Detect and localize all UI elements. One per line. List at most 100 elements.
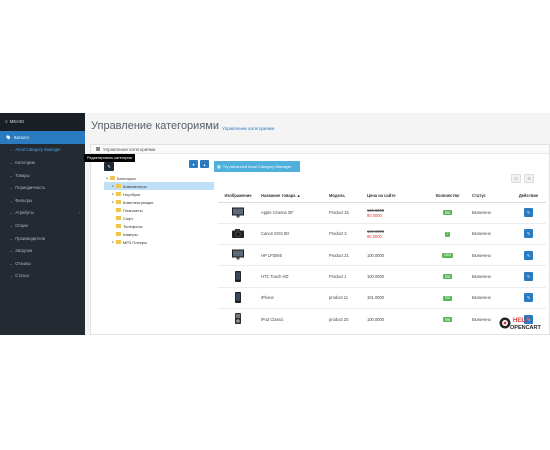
sidebar-item-4[interactable]: – Товары — [0, 169, 85, 182]
admin-screen: ≡ МЕНЮ Панель состояния›Каталог›–Arcal C… — [0, 113, 550, 335]
try-advanced-button[interactable]: ▦ Try Advanced Arcal Category Manager — [214, 161, 300, 172]
tree-node[interactable]: Софт — [104, 214, 214, 222]
sidebar-header: ≡ МЕНЮ — [0, 113, 85, 131]
sidebar-item-label: Отзывы — [15, 260, 31, 266]
table-row: iPhone product 11 101.0000 970 Включено ✎ — [218, 286, 546, 309]
sidebar-item-12[interactable]: – Статьи — [0, 270, 85, 283]
sidebar-item-8[interactable]: – Опции — [0, 219, 85, 232]
bullet-icon: – — [10, 235, 13, 241]
bullet-icon: – — [10, 147, 13, 153]
tree-node-label: Компьютеры — [123, 183, 147, 189]
collapse-all-button[interactable]: ▴ — [200, 160, 209, 168]
price: 100.0000 — [367, 252, 385, 258]
sidebar-item-5[interactable]: – Периодичность — [0, 181, 85, 194]
sidebar-item-label: Периодичность — [15, 185, 46, 191]
column-header[interactable]: Цена на сайте — [364, 190, 426, 203]
edit-product-button[interactable]: ✎ — [524, 250, 533, 260]
sidebar-item-label: Каталог — [14, 134, 30, 140]
column-header: Количество — [426, 190, 469, 203]
view-grid-button[interactable]: ☰ — [524, 174, 534, 183]
folder-icon — [116, 224, 121, 228]
bullet-icon: – — [10, 172, 13, 178]
panel-heading: Управление категориями — [91, 145, 549, 154]
sidebar-item-label: Загрузки — [15, 248, 33, 254]
product-price-cell: 100.0000 80.0000 — [364, 222, 426, 245]
sidebar-item-label: Категории — [15, 159, 35, 165]
table-row: iPod Classic product 20 100.0000 995 Включен… — [218, 307, 546, 330]
chevron-down-icon: ▾ — [192, 161, 195, 167]
bullet-icon: – — [10, 273, 13, 279]
product-status: Включено — [469, 265, 511, 288]
column-header: Изображение — [218, 190, 258, 203]
folder-icon — [110, 176, 115, 180]
product-thumbnail — [230, 207, 246, 219]
menu-icon[interactable]: ≡ — [5, 119, 8, 124]
product-status: Включено — [469, 222, 511, 245]
sidebar-item-11[interactable]: – Отзывы — [0, 257, 85, 270]
folder-icon — [116, 232, 121, 236]
product-model: Product 21 — [326, 244, 364, 266]
edit-product-button[interactable]: ✎ — [524, 229, 533, 239]
column-header: Действие — [511, 190, 546, 203]
main-content: Управление категориями ⌂ Управление кате… — [85, 113, 550, 335]
quantity-cell: 1000 — [426, 244, 469, 266]
bullet-icon: – — [10, 260, 13, 266]
folder-icon — [116, 200, 121, 204]
expand-all-button[interactable]: ▾ — [189, 160, 198, 168]
quantity-cell: 990 — [426, 201, 469, 224]
sidebar-item-9[interactable]: – Производители — [0, 232, 85, 245]
sidebar-item-label: Фильтры — [15, 197, 33, 203]
home-icon[interactable]: ⌂ — [215, 125, 218, 131]
column-header[interactable]: Модель — [326, 190, 364, 203]
folder-icon — [116, 216, 121, 220]
product-price-cell: 100.0000 — [364, 265, 426, 288]
tree-node[interactable]: ▸ MP3 Плееры — [104, 238, 214, 246]
product-price-cell: 100.0000 90.0000 — [364, 201, 426, 224]
edit-product-button[interactable]: ✎ — [524, 293, 533, 303]
product-thumbnail — [230, 313, 246, 325]
price: 100.0000 — [367, 274, 385, 280]
chevron-right-icon: › — [78, 134, 80, 140]
tree-root[interactable]: ▴ Категории — [104, 174, 214, 182]
tree-node[interactable]: ▸ Ноутбуки — [104, 190, 214, 198]
product-image-cell — [218, 307, 258, 330]
table-body: Apple Cinema 30" Product 15 100.0000 90.000… — [218, 201, 546, 330]
product-model: Product 15 — [326, 201, 364, 224]
grid-view-icon: ☰ — [527, 176, 531, 181]
sidebar-item-label: Опции — [15, 222, 28, 228]
edit-product-button[interactable]: ✎ — [524, 208, 533, 218]
tree-node[interactable]: ▸ Комплектующие — [104, 198, 214, 206]
pencil-icon: ✎ — [107, 164, 111, 169]
tree-node[interactable]: ▸ Компьютеры — [104, 182, 214, 190]
try-advanced-label: Try Advanced Arcal Category Manager — [222, 164, 292, 169]
sidebar-item-3[interactable]: – Категории — [0, 156, 85, 169]
pencil-icon: ✎ — [526, 231, 531, 237]
tree-node[interactable]: Телефоны — [104, 222, 214, 230]
sidebar-item-10[interactable]: – Загрузки — [0, 244, 85, 257]
edit-category-button[interactable]: ✎ — [104, 162, 114, 171]
edit-product-button[interactable]: ✎ — [524, 272, 533, 282]
tree-node-label: MP3 Плееры — [123, 239, 148, 245]
view-list-button[interactable]: ☷ — [511, 174, 521, 183]
product-price-cell: 100.0000 — [364, 244, 426, 266]
sidebar-item-1[interactable]: Каталог › — [0, 131, 85, 144]
breadcrumb-link[interactable]: Управление категориями — [222, 126, 274, 131]
sidebar-item-7[interactable]: – Атрибуты › — [0, 207, 85, 220]
column-header: Статус — [469, 190, 511, 203]
tree-node[interactable]: Камеры — [104, 230, 214, 238]
sidebar-item-2[interactable]: – Arcal Category Manager — [0, 144, 85, 157]
pencil-icon: ✎ — [526, 274, 531, 280]
product-image-cell — [218, 265, 258, 288]
tree-node[interactable]: Планшеты — [104, 206, 214, 214]
grid-icon: ▦ — [217, 164, 221, 169]
product-model: Product 1 — [326, 265, 364, 288]
logo-line2: OPENCART — [510, 325, 542, 331]
action-cell: ✎ — [511, 286, 546, 309]
special-price: 90.0000 — [367, 212, 382, 218]
product-name: HTC Touch HD — [258, 265, 326, 288]
sidebar-item-6[interactable]: – Фильтры — [0, 194, 85, 207]
product-price-cell: 100.0000 — [364, 307, 426, 330]
column-header[interactable]: Название товара ▲ — [258, 190, 326, 203]
quantity-cell: 995 — [426, 307, 469, 330]
product-name: Canon EOS 5D — [258, 222, 326, 245]
